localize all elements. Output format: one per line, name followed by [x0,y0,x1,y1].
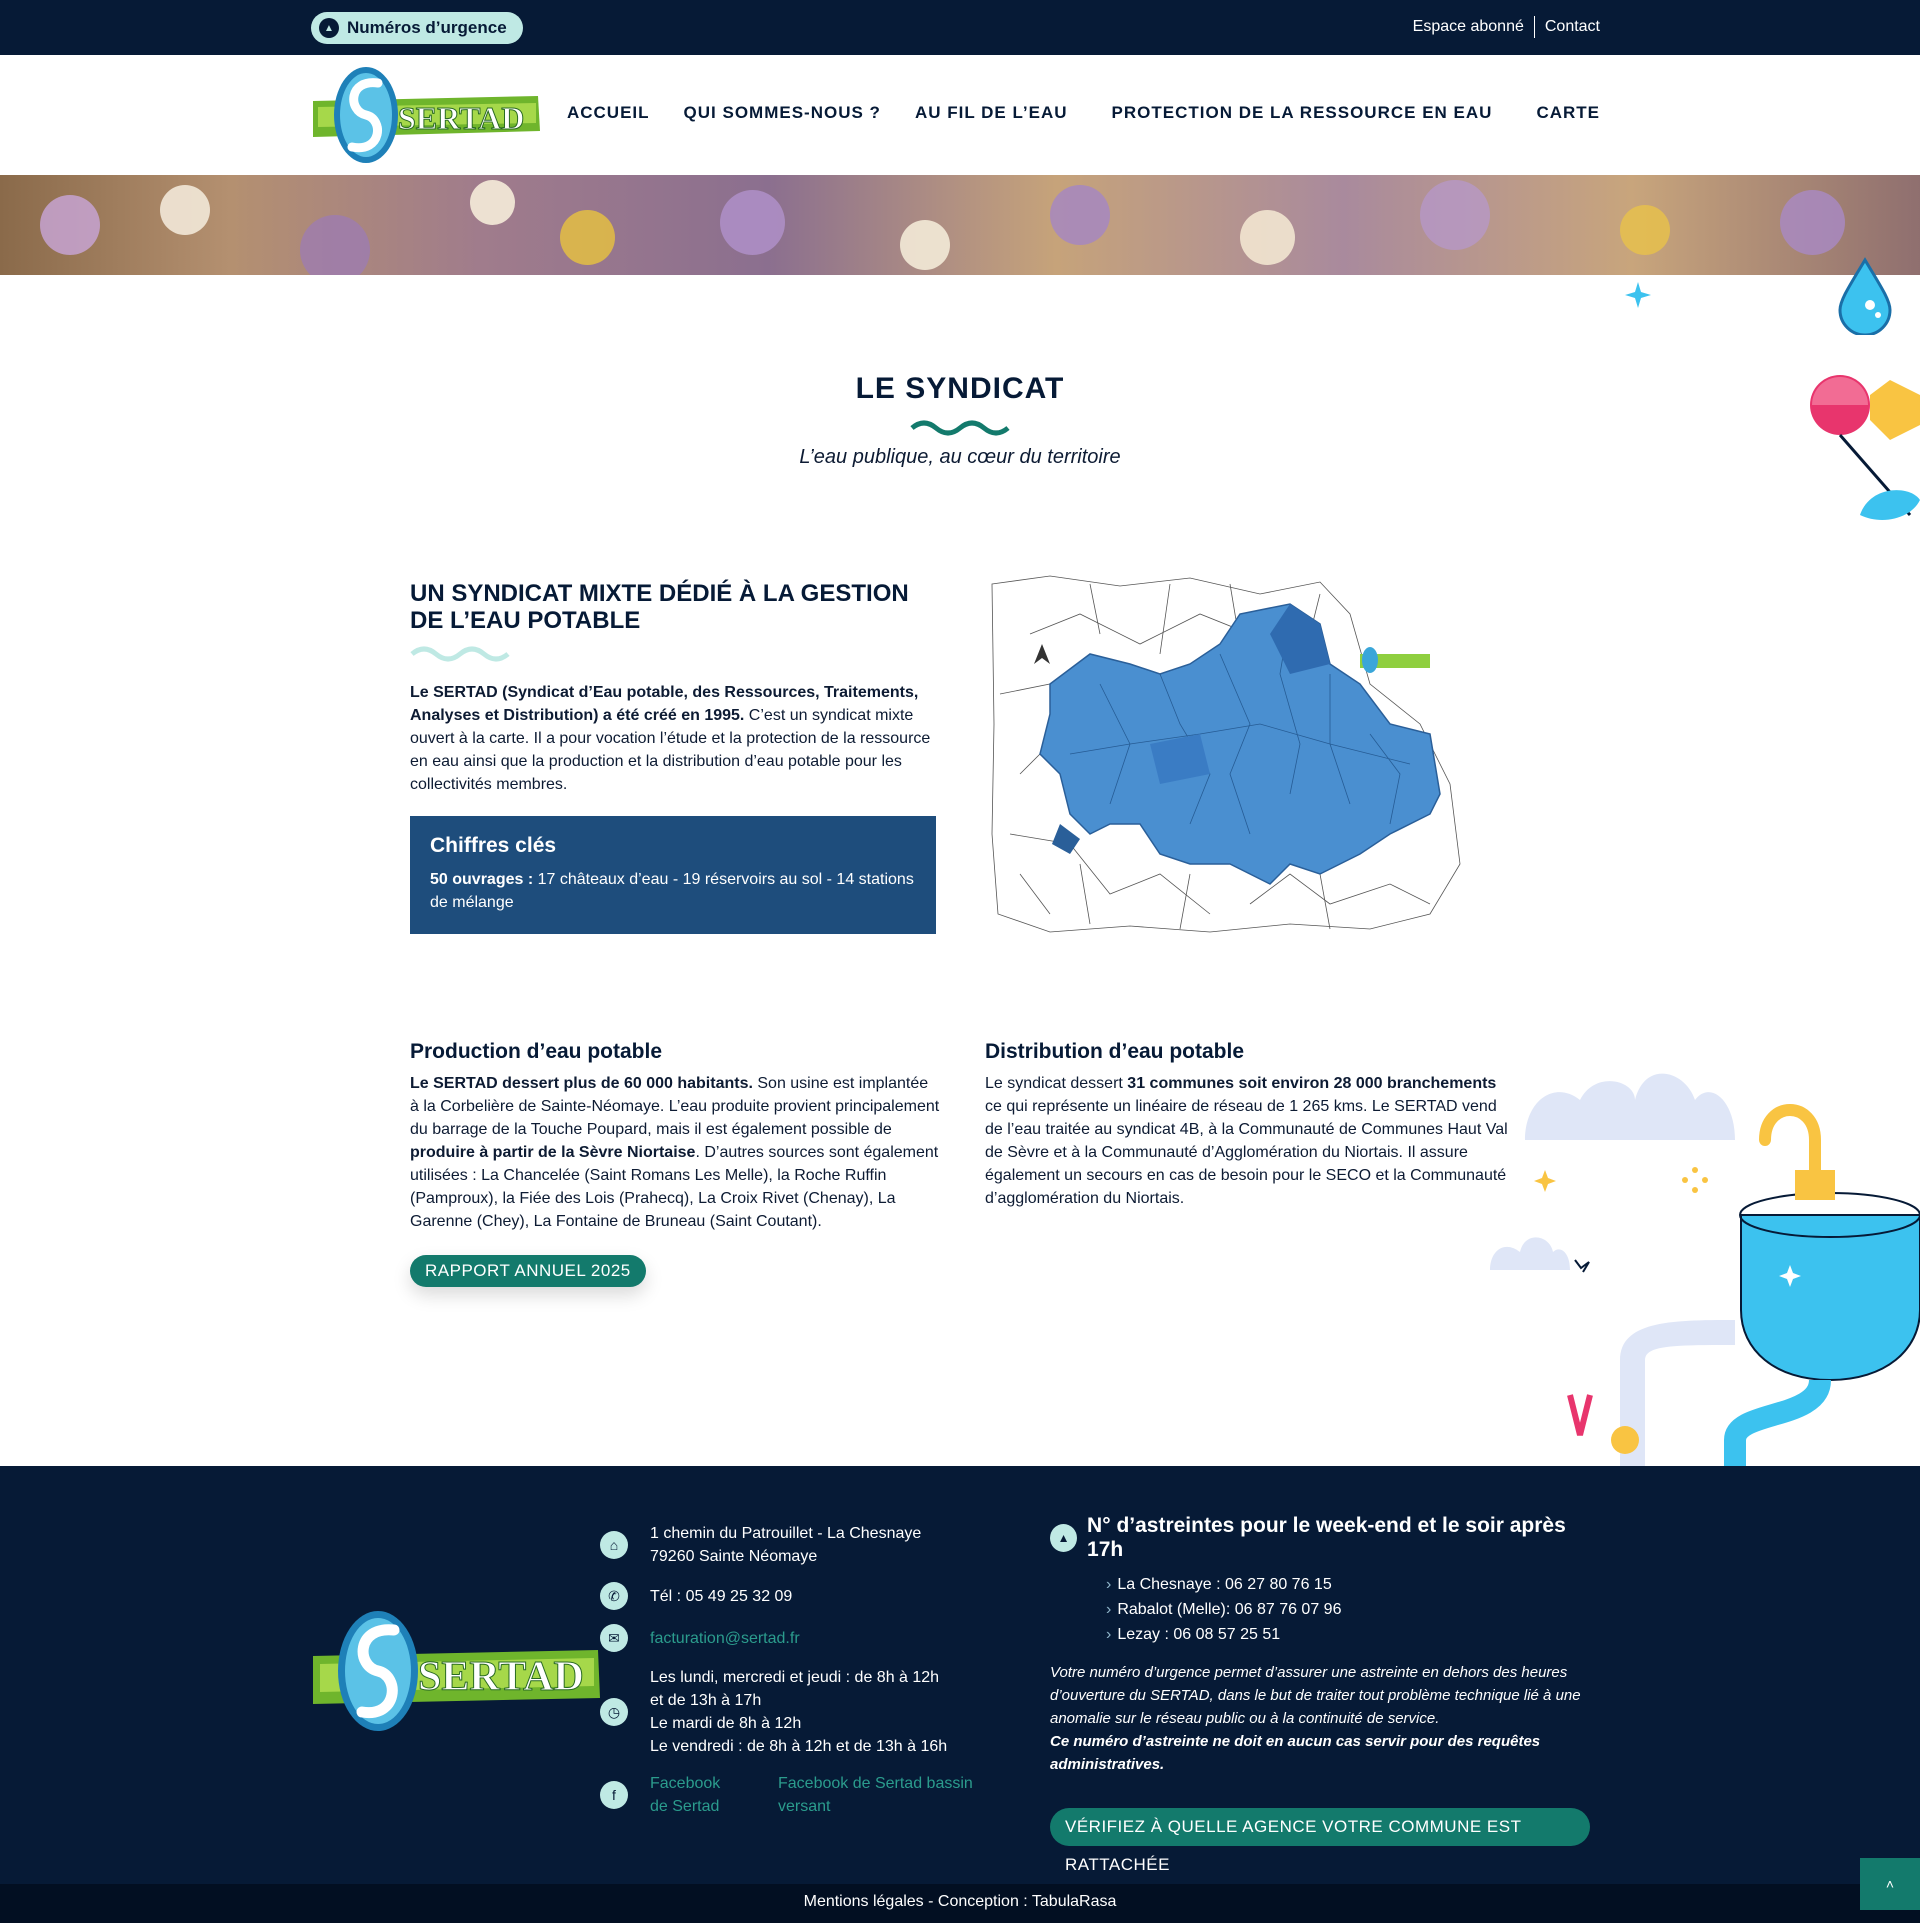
verifier-agence-button[interactable]: VÉRIFIEZ À QUELLE AGENCE VOTRE COMMUNE E… [1050,1808,1590,1874]
page-title: LE SYNDICAT [855,372,1065,405]
facebook-bassin-link[interactable]: Facebook de Sertad bassin versant [778,1772,978,1818]
mail-icon: ✉ [600,1624,628,1652]
rapport-annuel-button[interactable]: RAPPORT ANNUEL 2025 [410,1255,646,1287]
top-bar: ▲ Numéros d’urgence Espace abonné Contac… [0,0,1920,55]
address-line2: 79260 Sainte Néomaye [650,1548,818,1565]
header: SERTAD ACCUEIL QUI SOMMES-NOUS ? AU FIL … [0,55,1920,175]
astreinte-note: Votre numéro d’urgence permet d’assurer … [1050,1661,1590,1776]
address-row: ⌂ 1 chemin du Patrouillet - La Chesnaye … [600,1522,1020,1568]
nav-carte[interactable]: CARTE [1536,103,1600,123]
phone-number[interactable]: Tél : 05 49 25 32 09 [650,1585,792,1608]
waves-icon [910,420,1010,436]
astreinte-section: ▲ N° d’astreintes pour le week-end et le… [1050,1514,1590,1875]
email-row: ✉ facturation@sertad.fr [600,1624,1020,1652]
contact-info: ⌂ 1 chemin du Patrouillet - La Chesnaye … [600,1522,1020,1832]
water-drop-icon [1838,257,1892,335]
scroll-to-top-button[interactable]: ˄ [1860,1858,1920,1910]
alarm-icon: ▲ [1050,1524,1078,1552]
intro-section: UN SYNDICAT MIXTE DÉDIÉ À LA GESTION DE … [410,580,936,934]
divider [1533,16,1535,38]
astreinte-note-text: Votre numéro d’urgence permet d’assurer … [1050,1664,1581,1727]
top-links: Espace abonné Contact [1413,16,1600,38]
intro-heading: UN SYNDICAT MIXTE DÉDIÉ À LA GESTION DE … [410,580,909,634]
distribution-paragraph: Le syndicat dessert 31 communes soit env… [985,1072,1515,1210]
phone-row: ✆ Tél : 05 49 25 32 09 [600,1582,1020,1610]
facebook-sertad-link[interactable]: Facebook de Sertad [650,1772,742,1818]
logo-text: SERTAD [398,100,524,136]
nav-au-fil-de-l-eau[interactable]: AU FIL DE L’EAU [915,103,1068,123]
facebook-row: f Facebook de Sertad Facebook de Sertad … [600,1772,1020,1818]
hours-line: Les lundi, mercredi et jeudi : de 8h à 1… [650,1669,940,1686]
footer-sertad-logo[interactable]: SERTAD [308,1606,604,1736]
facebook-icon: f [600,1781,628,1809]
key-figures-bold: 50 ouvrages : [430,871,534,888]
nav-accueil[interactable]: ACCUEIL [567,103,650,123]
phone-icon: ✆ [600,1582,628,1610]
page-subtitle: L’eau publique, au cœur du territoire [799,446,1121,468]
intro-paragraph: Le SERTAD (Syndicat d’Eau potable, des R… [410,681,936,796]
key-figures-value: 50 ouvrages : 17 châteaux d’eau - 19 rés… [430,868,916,914]
distribution-section: Distribution d’eau potable Le syndicat d… [985,1040,1515,1210]
nav-protection-ressource[interactable]: PROTECTION DE LA RESSOURCE EN EAU [1112,103,1493,123]
legal-credits[interactable]: Mentions légales - Conception : TabulaRa… [804,1893,1117,1910]
astreinte-title: N° d’astreintes pour le week-end et le s… [1087,1514,1566,1561]
production-paragraph: Le SERTAD dessert plus de 60 000 habitan… [410,1072,940,1233]
hours-line: Le vendredi : de 8h à 12h et de 13h à 16… [650,1738,948,1755]
urgence-button[interactable]: ▲ Numéros d’urgence [311,12,523,44]
hours-row: ◷ Les lundi, mercredi et jeudi : de 8h à… [600,1666,1020,1758]
bottom-bar: Mentions légales - Conception : TabulaRa… [0,1884,1920,1923]
production-heading: Production d’eau potable [410,1040,663,1063]
distribution-text2: ce qui représente un linéaire de réseau … [985,1098,1508,1207]
urgence-label: Numéros d’urgence [347,18,507,37]
home-icon: ⌂ [600,1531,628,1559]
espace-abonne-link[interactable]: Espace abonné [1413,18,1524,36]
sparkle-icon [1625,282,1651,308]
tap-illustration-icon [1490,1073,1920,1466]
contact-link[interactable]: Contact [1545,18,1600,36]
clock-icon: ◷ [600,1698,628,1726]
hours-line: et de 13h à 17h [650,1692,762,1709]
sertad-logo[interactable]: SERTAD [308,61,544,169]
astreinte-list: La Chesnaye : 06 27 80 76 15 Rabalot (Me… [1117,1572,1590,1647]
territory-map[interactable] [990,574,1470,934]
alarm-icon: ▲ [319,18,339,38]
flower-banner [0,175,1920,275]
nav-qui-sommes-nous[interactable]: QUI SOMMES-NOUS ? [684,103,881,123]
astreinte-item: Lezay : 06 08 57 25 51 [1117,1622,1590,1647]
distribution-heading: Distribution d’eau potable [985,1040,1245,1063]
footer-logo-text: SERTAD [418,1654,584,1700]
production-section: Production d’eau potable Le SERTAD desse… [410,1040,940,1287]
footer: SERTAD ⌂ 1 chemin du Patrouillet - La Ch… [0,1466,1920,1884]
astreinte-note-bold: Ce numéro d’astreinte ne doit en aucun c… [1050,1733,1541,1773]
email-link[interactable]: facturation@sertad.fr [650,1627,800,1650]
distribution-text1: Le syndicat dessert [985,1075,1128,1092]
distribution-bold1: 31 communes soit environ 28 000 branchem… [1127,1075,1497,1092]
production-bold2: produire à partir de la Sèvre Niortaise [410,1144,696,1161]
main-nav: ACCUEIL QUI SOMMES-NOUS ? AU FIL DE L’EA… [533,103,1600,123]
chevron-up-icon: ˄ [1885,1876,1895,1892]
production-bold1: Le SERTAD dessert plus de 60 000 habitan… [410,1075,753,1092]
hours-line: Le mardi de 8h à 12h [650,1715,802,1732]
key-figures-box: Chiffres clés 50 ouvrages : 17 châteaux … [410,816,936,934]
astreinte-item: Rabalot (Melle): 06 87 76 07 96 [1117,1597,1590,1622]
astreinte-item: La Chesnaye : 06 27 80 76 15 [1117,1572,1590,1597]
key-figures-title: Chiffres clés [430,834,557,857]
address-line1: 1 chemin du Patrouillet - La Chesnaye [650,1525,922,1542]
waves-icon [410,646,510,662]
